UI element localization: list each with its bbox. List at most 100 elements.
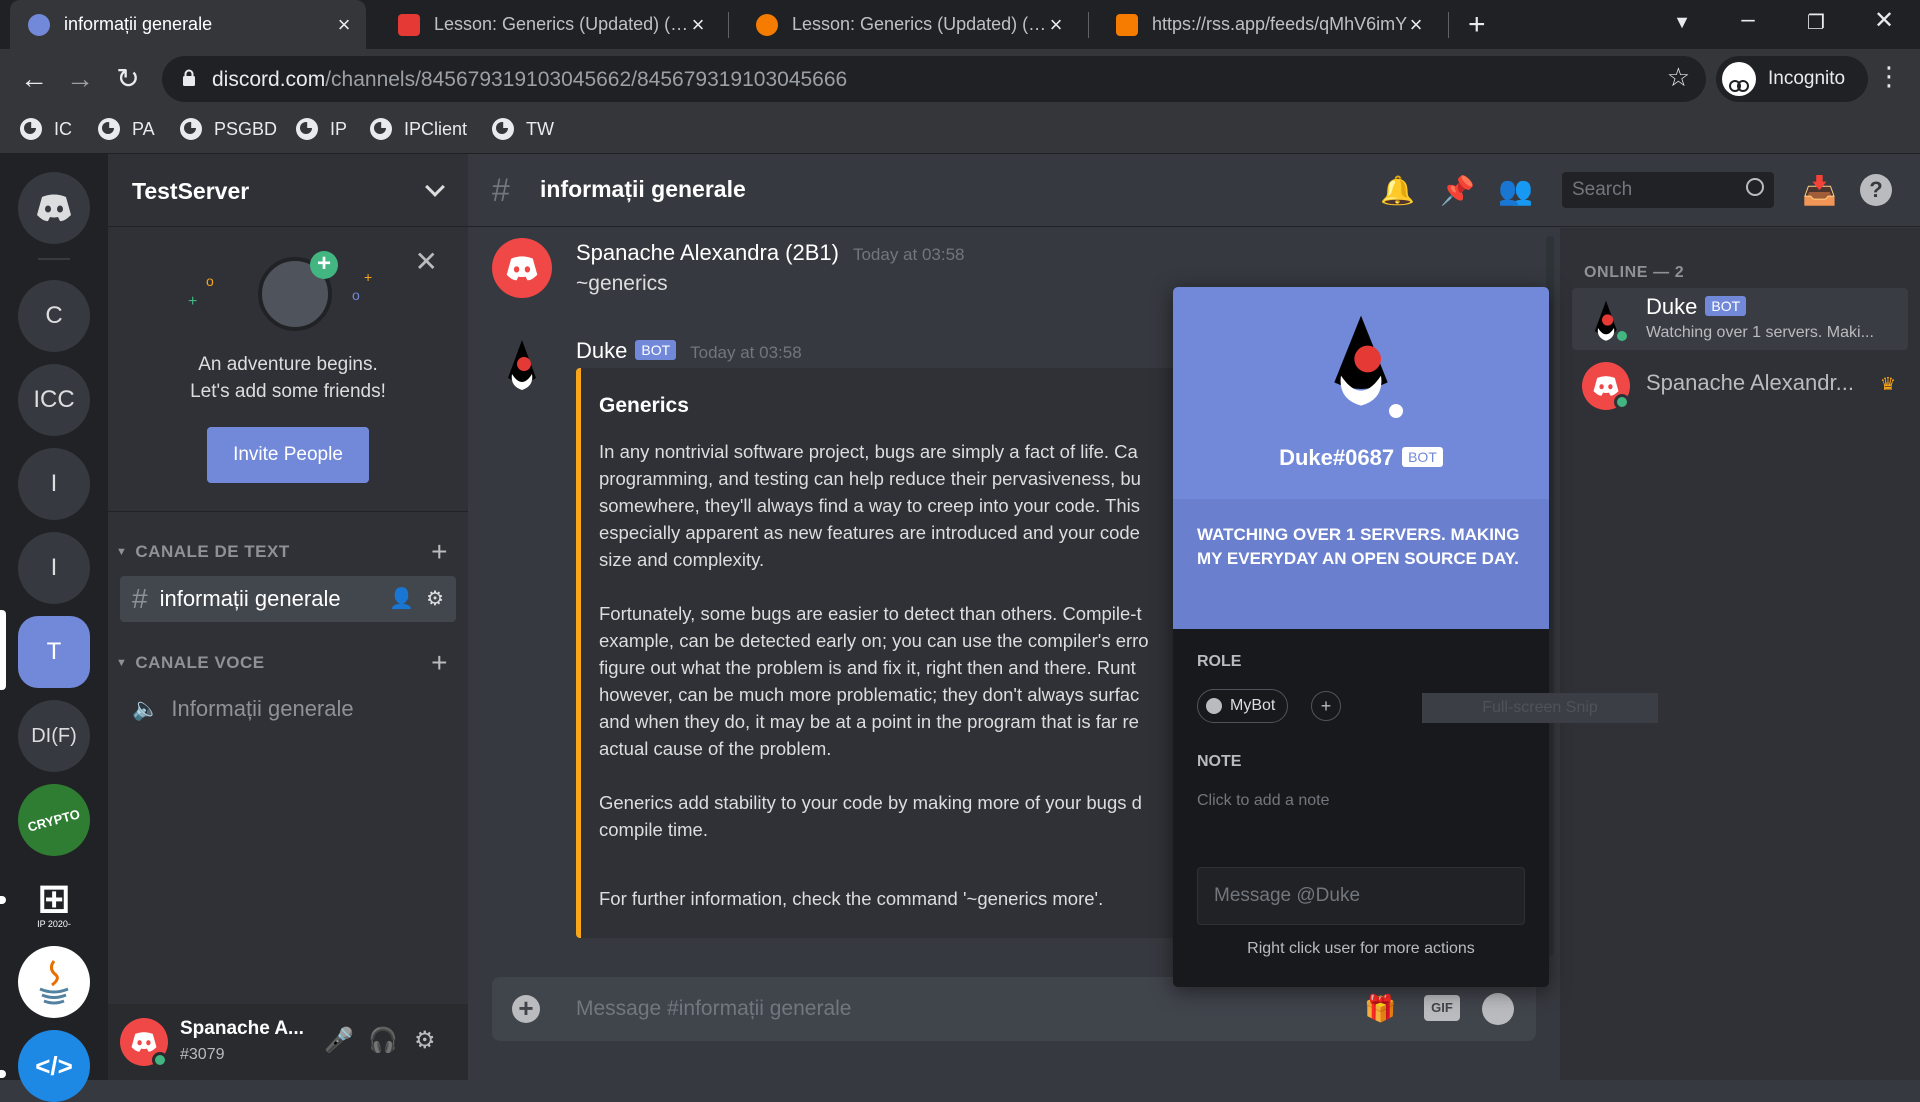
message-author[interactable]: Spanache Alexandra (2B1) [576, 240, 839, 265]
server-i-1[interactable]: I [18, 448, 90, 520]
address-bar[interactable]: discord.com/channels/845679319103045662/… [162, 56, 1706, 102]
crypto-logo-text: CRYPTO [26, 805, 82, 835]
tab-close-icon[interactable]: × [686, 12, 710, 38]
message-timestamp: Today at 03:58 [852, 245, 965, 264]
member-name: Spanache Alexandr... [1646, 370, 1854, 395]
voice-channel-informatii-generale[interactable]: 🔈 Informații generale [120, 686, 456, 732]
role-name: MyBot [1230, 697, 1276, 714]
close-icon[interactable]: ✕ [415, 245, 438, 278]
emoji-icon[interactable] [1482, 993, 1514, 1025]
incognito-label: Incognito [1768, 68, 1846, 89]
member-duke[interactable]: Duke BOT Watching over 1 servers. Maki... [1572, 288, 1908, 350]
back-icon[interactable]: ← [14, 59, 54, 99]
server-java[interactable] [18, 946, 90, 1018]
embed-line: and when they do, it may be at a point i… [599, 711, 1139, 732]
bookmark-label: IC [54, 118, 72, 139]
role-pill[interactable]: MyBot [1197, 689, 1289, 723]
sparkle-icon: + [188, 293, 198, 310]
chrome-menu-icon[interactable]: ⋮ [1876, 61, 1902, 92]
chevron-down-icon: ▼ [116, 546, 128, 558]
lock-icon [183, 69, 195, 86]
bookmark-tw[interactable]: TW [492, 118, 554, 140]
server-ip-2020[interactable]: ⊞ IP 2020- [18, 868, 90, 940]
server-header[interactable]: TestServer [108, 154, 468, 227]
bookmark-ip[interactable]: IP [296, 118, 347, 140]
message-author[interactable]: Duke [576, 338, 627, 363]
invite-member-icon[interactable]: 👤 [389, 586, 414, 611]
duke-mascot-icon[interactable] [1311, 309, 1411, 409]
full-screen-snip-overlay[interactable]: Full-screen Snip [1422, 693, 1658, 723]
message-avatar[interactable] [492, 238, 552, 298]
embed-line: Generics add stability to your code by m… [599, 792, 1142, 813]
minimize-icon[interactable]: – [1728, 6, 1768, 34]
create-channel-icon[interactable]: + [431, 647, 448, 679]
inbox-icon[interactable]: 📥 [1802, 174, 1837, 207]
browser-tab-strip: informații generale × Lesson: Generics (… [0, 0, 1920, 49]
message-placeholder: Message #informații generale [576, 997, 852, 1020]
gift-icon[interactable]: 🎁 [1364, 993, 1396, 1024]
search-placeholder: Search [1572, 179, 1633, 200]
popout-header: Duke#0687 BOT [1173, 287, 1549, 499]
create-channel-icon[interactable]: + [431, 536, 448, 568]
server-icc[interactable]: ICC [18, 364, 90, 436]
category-voice-channels[interactable]: ▼ CANALE VOCE + [116, 647, 460, 678]
upload-plus-icon[interactable]: + [512, 995, 540, 1023]
server-i-2[interactable]: I [18, 532, 90, 604]
server-code[interactable]: </> [18, 1030, 90, 1102]
gif-button[interactable]: GIF [1424, 995, 1460, 1021]
speaker-icon: 🔈 [132, 696, 160, 721]
gear-icon[interactable]: ⚙ [426, 586, 444, 611]
channel-informatii-generale[interactable]: # informații generale 👤 ⚙ [120, 576, 456, 622]
globe-icon [20, 118, 42, 140]
server-c[interactable]: C [18, 280, 90, 352]
tab-rss[interactable]: https://rss.app/feeds/qMhV6imY × [1098, 0, 1438, 49]
bookmark-psgbd[interactable]: PSGBD [180, 118, 277, 140]
home-button[interactable] [18, 172, 90, 244]
help-icon[interactable]: ? [1860, 174, 1892, 206]
add-role-button[interactable]: + [1311, 691, 1341, 721]
member-list-icon[interactable]: 👥 [1498, 174, 1533, 207]
notification-bell-icon[interactable]: 🔔 [1380, 174, 1415, 207]
discord-favicon-icon [28, 13, 50, 36]
member-name: Duke [1646, 294, 1698, 319]
category-label: CANALE DE TEXT [135, 542, 290, 561]
tab-close-icon[interactable]: × [332, 12, 356, 38]
unread-indicator [0, 896, 6, 904]
server-crypto[interactable]: CRYPTO [18, 784, 90, 856]
reload-icon[interactable]: ↻ [108, 59, 148, 99]
server-testserver[interactable]: T [18, 616, 90, 688]
browser-toolbar: ← → ↻ discord.com/channels/8456793191030… [0, 49, 1920, 109]
user-settings-gear-icon[interactable]: ⚙ [414, 1026, 436, 1055]
bookmark-ic[interactable]: IC [20, 118, 72, 140]
note-input[interactable]: Click to add a note [1197, 792, 1330, 810]
server-initials: ICC [33, 386, 75, 413]
direct-message-input[interactable]: Message @Duke [1197, 867, 1525, 925]
tab-close-icon[interactable]: × [1404, 12, 1428, 38]
tab-title: Lesson: Generics (Updated) (The [792, 14, 1052, 34]
incognito-badge[interactable]: Incognito [1716, 56, 1868, 102]
forward-icon[interactable]: → [60, 59, 100, 99]
bookmark-star-icon[interactable]: ☆ [1667, 62, 1690, 93]
duke-avatar[interactable] [492, 334, 552, 394]
search-icon [1746, 178, 1764, 196]
server-dif[interactable]: DI(F) [18, 700, 90, 772]
bookmark-pa[interactable]: PA [98, 118, 155, 140]
search-input[interactable]: Search [1562, 172, 1774, 208]
invite-people-button[interactable]: Invite People [207, 427, 369, 483]
tab-lesson-2[interactable]: Lesson: Generics (Updated) (The × [738, 0, 1078, 49]
mute-microphone-icon[interactable]: 🎤 [324, 1026, 354, 1055]
close-window-icon[interactable]: ✕ [1864, 6, 1904, 35]
url-text: discord.com/channels/845679319103045662/… [212, 68, 847, 92]
tab-search-icon[interactable]: ▼ [1662, 12, 1702, 33]
pin-icon[interactable]: 📌 [1440, 174, 1475, 207]
restore-icon[interactable]: ❐ [1796, 10, 1836, 35]
discord-logo-icon [131, 1032, 157, 1052]
tab-discord[interactable]: informații generale × [10, 0, 366, 49]
tab-close-icon[interactable]: × [1044, 12, 1068, 38]
bookmark-ipclient[interactable]: IPClient [370, 118, 467, 140]
category-text-channels[interactable]: ▼ CANALE DE TEXT + [116, 536, 460, 567]
tab-lesson-1[interactable]: Lesson: Generics (Updated) (The × [380, 0, 720, 49]
headphones-icon[interactable]: 🎧 [368, 1026, 398, 1055]
member-spanache[interactable]: Spanache Alexandr... ♛ [1572, 354, 1908, 416]
new-tab-button[interactable]: + [1468, 8, 1486, 42]
